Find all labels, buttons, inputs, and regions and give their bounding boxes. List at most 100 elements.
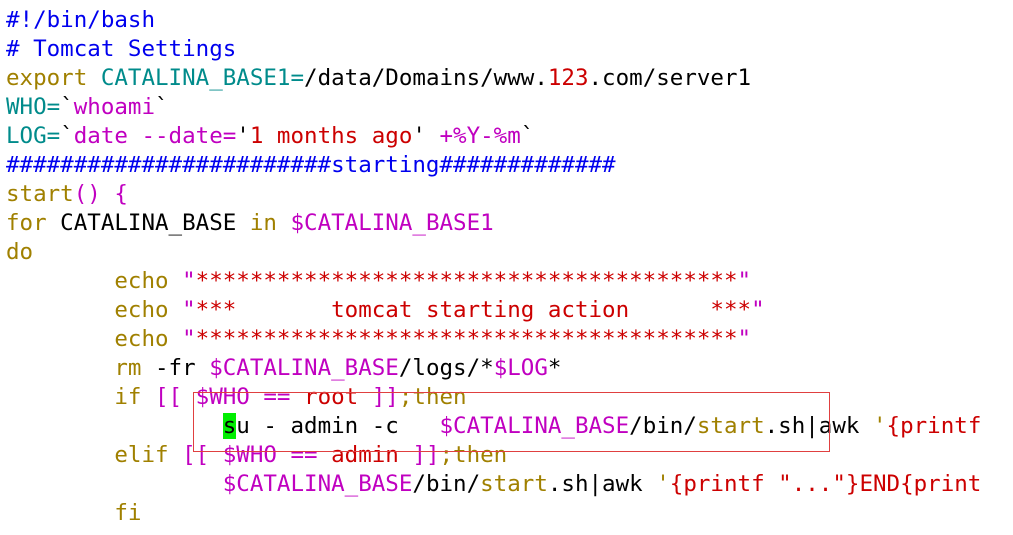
code-token: echo [114,268,169,294]
code-token: ]] [398,442,440,468]
code-token: **************************************** [195,326,738,352]
code-token: **************************************** [195,268,738,294]
code-token: /bin/ [412,471,481,497]
code-token: .sh|awk [764,413,873,439]
code-token: " [737,326,752,352]
code-token: ' [236,123,250,149]
code-line[interactable]: echo "**********************************… [6,267,981,296]
code-token: ` [520,123,535,149]
code-token: " [182,297,196,323]
code-line[interactable]: LOG=`date --date='1 months ago' +%Y-%m` [6,122,981,151]
code-token: WHO= [6,94,61,120]
code-token: ########################starting########… [6,152,616,178]
code-line[interactable]: echo "*** tomcat starting action ***" [6,296,981,325]
code-token: admin [331,442,399,468]
code-token: /bin/ [629,413,697,439]
code-token: start [480,471,548,497]
code-token: /logs/* [398,355,494,381]
code-token: u - admin -c [236,413,440,439]
code-token: [[ $WHO == [155,384,305,410]
code-editor[interactable]: #!/bin/bash # Tomcat Settings export CATAL… [0,0,1013,535]
code-token: ]] [358,384,399,410]
code-token: " [737,268,752,294]
code-token: .sh|awk [547,471,657,497]
code-token: ` [60,123,74,149]
code-line[interactable]: ########################starting########… [6,151,981,180]
code-token: 1 months ago [249,123,413,149]
code-token: {printf [886,413,982,439]
code-token: if [114,384,142,410]
code-line[interactable]: # Tomcat Settings [6,35,981,64]
code-token: echo [114,326,169,352]
code-line[interactable]: export CATALINA_BASE1=/data/Domains/www.… [6,64,981,93]
code-token: in [249,210,277,236]
code-token: $CATALINA_BASE [439,413,630,439]
code-token: ` [60,94,74,120]
code-line[interactable]: $CATALINA_BASE/bin/start.sh|awk '{printf… [6,470,982,499]
code-token: /data/Domains/www. [304,65,548,91]
code-token: $CATALINA_BASE [222,471,413,497]
code-token: root [304,384,359,410]
code-token: " [182,326,196,352]
code-token: " [182,268,196,294]
code-token: LOG= [6,123,61,149]
code-token: ' [412,123,426,149]
code-token: +%Y-%m [425,123,521,149]
code-token: whoami [73,94,156,120]
code-line[interactable]: fi [6,499,981,528]
code-token: [[ $WHO == [182,442,332,468]
code-content[interactable]: #!/bin/bash # Tomcat Settings export CATAL… [6,6,981,528]
code-token: CATALINA_BASE [46,210,250,236]
code-line[interactable]: #!/bin/bash [6,6,981,35]
code-token: start [6,181,74,207]
code-line[interactable]: start() { [6,180,981,209]
code-token: 123 [547,65,589,91]
code-line[interactable]: for CATALINA_BASE in $CATALINA_BASE1 [6,209,981,238]
code-token: ' [873,413,887,439]
code-line[interactable]: WHO=`whoami` [6,93,981,122]
code-token: -fr [141,355,210,381]
code-token: {printf "..."}END{print [669,471,982,497]
code-token: .com/server1 [588,65,752,91]
code-token: ;then [398,384,467,410]
code-token: do [6,239,34,265]
code-token: #!/bin/bash [6,7,156,33]
code-token: export [6,65,101,91]
code-token: $CATALINA_BASE [209,355,399,381]
code-token: date --date= [73,123,237,149]
code-token: $LOG [493,355,548,381]
code-token: *** tomcat starting action *** [195,297,752,323]
code-token: ;then [439,442,508,468]
code-token: start [696,413,765,439]
code-token: * [547,355,562,381]
code-line[interactable]: rm -fr $CATALINA_BASE/logs/*$LOG* [6,354,981,383]
code-token: ' [656,471,670,497]
code-line[interactable]: do [6,238,981,267]
code-token: echo [114,297,169,323]
code-token: fi [114,500,142,526]
code-line[interactable]: elif [[ $WHO == admin ]];then [6,441,981,470]
code-line[interactable]: echo "**********************************… [6,325,981,354]
code-token: $CATALINA_BASE1 [290,210,494,236]
code-token: () { [73,181,128,207]
code-line[interactable]: su - admin -c $CATALINA_BASE/bin/start.s… [6,412,981,441]
code-token: for [6,210,47,236]
code-token: rm [114,355,142,381]
code-line[interactable]: if [[ $WHO == root ]];then [6,383,981,412]
code-token: " [751,297,765,323]
